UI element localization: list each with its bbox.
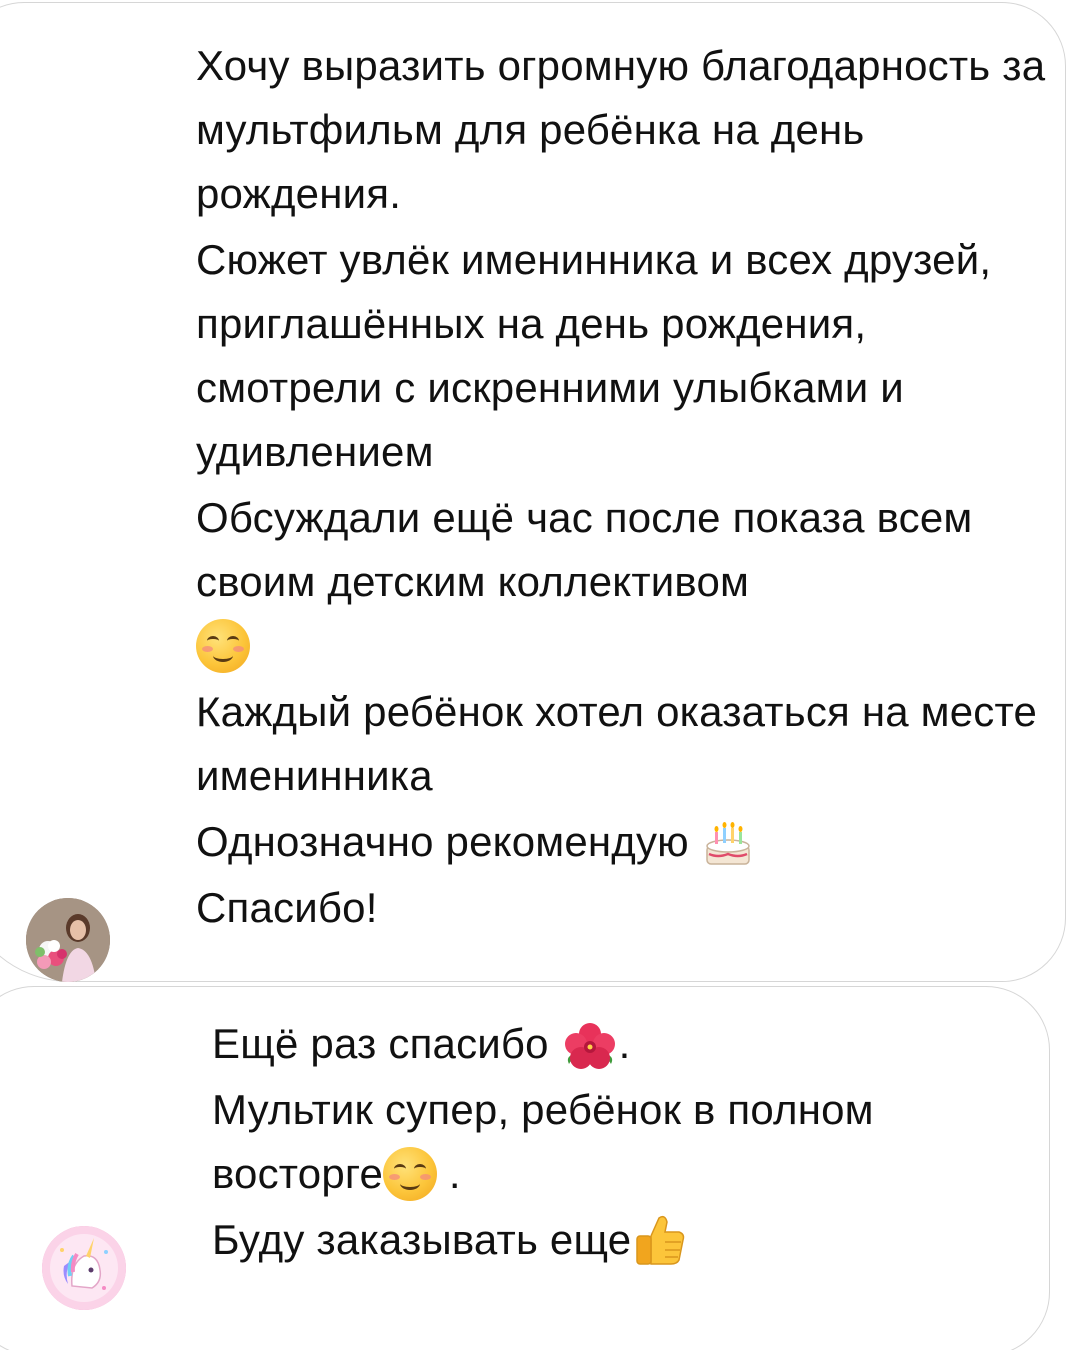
- message-paragraph: Хочу выразить огромную благодарность за …: [196, 42, 1046, 217]
- message-paragraph: Однозначно рекомендую: [196, 810, 1056, 874]
- avatar[interactable]: [26, 898, 110, 982]
- smiling-face-icon: [196, 618, 250, 673]
- message-text: Хочу выразить огромную благодарность за …: [196, 34, 1056, 942]
- thumbs-up-icon: [631, 1210, 689, 1268]
- message-paragraph-text: Обсуждали ещё час после показа всем свои…: [196, 494, 973, 605]
- message-text: Ещё раз спасибо . Мультик супер, ребёнок…: [212, 1012, 1052, 1274]
- message-paragraph: Обсуждали ещё час после показа всем свои…: [196, 486, 1056, 678]
- hibiscus-icon: [561, 1020, 619, 1074]
- message-paragraph-text: Ещё раз спасибо: [212, 1020, 549, 1067]
- message-paragraph: Каждый ребёнок хотел оказаться на месте …: [196, 688, 1038, 799]
- message-paragraph-text: Однозначно рекомендую: [196, 818, 689, 865]
- message-paragraph: Ещё раз спасибо .: [212, 1012, 1052, 1076]
- unicorn-icon: [42, 1226, 126, 1310]
- user-photo-icon: [26, 898, 110, 982]
- message-paragraph: Буду заказывать еще: [212, 1208, 1052, 1272]
- message-paragraph-suffix: .: [448, 1150, 461, 1197]
- message-paragraph: Спасибо!: [196, 884, 378, 931]
- birthday-cake-icon: [701, 818, 755, 872]
- message-paragraph: Сюжет увлёк именинника и всех друзей, пр…: [196, 236, 992, 475]
- message-paragraph: Мультик супер, ребёнок в полном восторге…: [212, 1078, 1052, 1206]
- smiling-face-icon: [383, 1146, 438, 1201]
- message-paragraph-suffix: .: [618, 1020, 631, 1067]
- avatar[interactable]: [42, 1226, 126, 1310]
- message-paragraph-text: Буду заказывать еще: [212, 1216, 632, 1263]
- message-paragraph-text: Мультик супер, ребёнок в полном восторге: [212, 1086, 874, 1197]
